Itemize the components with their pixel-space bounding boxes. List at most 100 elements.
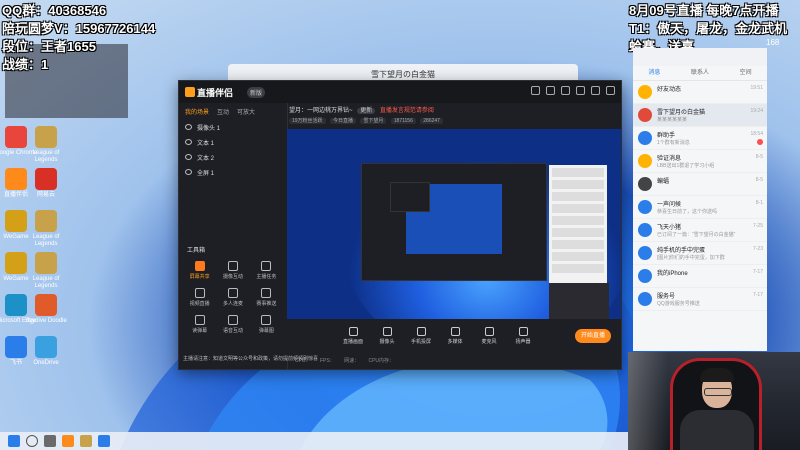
tool-multi[interactable]: 多人连麦 <box>216 288 249 307</box>
avatar <box>638 269 652 283</box>
control-label: 扬声器 <box>515 339 531 345</box>
qq-conversation-item[interactable]: 服务号 QQ游戏服务号推送 7-17 <box>633 288 767 311</box>
desktop-icon[interactable]: League of Legends <box>24 126 68 164</box>
control-label: 手机投屏 <box>410 339 431 345</box>
maximize-icon[interactable] <box>591 86 600 95</box>
live-preview[interactable] <box>287 129 621 319</box>
control-phone[interactable]: 手机投屏 <box>409 327 433 345</box>
control-mic[interactable]: 麦克风 <box>477 327 501 345</box>
control-screen[interactable]: 直播画面 <box>341 327 365 345</box>
version-badge[interactable]: 新版 <box>247 87 266 98</box>
desktop-icon[interactable]: OneDrive <box>24 336 68 367</box>
menu-icon[interactable] <box>561 86 570 95</box>
video-icon <box>194 288 205 298</box>
room-title[interactable]: 望月：一网边桃万界钻~ <box>289 108 353 114</box>
tool-video[interactable]: 视频直播 <box>183 288 216 307</box>
preview-chat-row <box>552 204 604 213</box>
tab-space[interactable]: 空间 <box>740 66 752 80</box>
desktop-icon[interactable]: 网易云 <box>24 168 68 199</box>
microphone-icon <box>484 327 494 336</box>
room-alert[interactable]: 直播发言规范请参阅 <box>380 108 434 114</box>
qq-conversation-item[interactable]: 好友动态 19:51 <box>633 81 767 104</box>
tool-event[interactable]: 赛事推送 <box>250 288 283 307</box>
qq-conversation-item[interactable]: 群助手 1个群有新消息 18:54 <box>633 127 767 150</box>
conversation-time: 8-5 <box>755 177 763 183</box>
control-camera[interactable]: 摄像头 <box>375 327 399 345</box>
tool-camera[interactable]: 摄像互动 <box>216 261 249 280</box>
preview-chat-list <box>549 165 607 283</box>
tab-enlarge[interactable]: 可放大 <box>237 107 255 116</box>
preview-chat-row <box>552 192 604 201</box>
event-icon <box>261 288 272 298</box>
conversation-preview: 某某某某某某 <box>657 117 688 123</box>
phone-cast-icon <box>416 327 426 336</box>
avatar <box>638 154 652 168</box>
room-title-bar: 望月：一网边桃万界钻~ 更新 直播发言规范请参阅 <box>289 105 434 114</box>
camera-icon <box>382 327 392 336</box>
app-icon <box>35 168 57 190</box>
app-icon <box>35 126 57 148</box>
tab-scenes[interactable]: 我的场景 <box>185 107 209 116</box>
close-icon[interactable] <box>606 86 615 95</box>
conversation-preview: 已订阅了一篇：“雪下望月の白金猫” <box>657 232 736 238</box>
notice-bar: 主播请注意：知道文明等公众号和政策，请勿提前频频刷惊喜 <box>183 356 319 362</box>
tab-messages[interactable]: 消息 <box>648 66 660 80</box>
nested-preview-panel <box>390 182 430 212</box>
tool-danmaku-image[interactable]: 弹幕图 <box>250 315 283 334</box>
tool-danmaku[interactable]: 读弹幕 <box>183 315 216 334</box>
search-icon[interactable] <box>26 435 38 447</box>
conversation-time: 7-17 <box>752 269 763 275</box>
conversation-preview: 恭喜生日前了，这个你送吗 <box>657 209 718 215</box>
desktop-icon-label: Skydive Doodle <box>25 318 67 324</box>
desktop-icon[interactable]: League of Legends <box>24 210 68 248</box>
preview-chat-row <box>552 252 604 261</box>
live-assistant-taskbar-icon[interactable] <box>62 435 74 447</box>
tab-contacts[interactable]: 联系人 <box>691 66 709 80</box>
qq-conversation-item[interactable]: 飞天小猪 已订阅了一篇：“雪下望月の白金猫” 7-25 <box>633 219 767 242</box>
scene-item[interactable]: 文本 2 <box>179 150 287 165</box>
qq-taskbar-icon[interactable] <box>98 435 110 447</box>
app-icon <box>35 210 57 232</box>
skin-icon[interactable] <box>531 86 540 95</box>
toolbox-grid: 屏幕共享 摄像互动 主播任务 视频直播 多人连麦 赛事推送 读弹幕 语音互动 弹… <box>183 261 283 334</box>
status-mem: CPU内存： <box>368 358 395 364</box>
settings-icon[interactable] <box>546 86 555 95</box>
overlay-t1: T1：傲天，屠龙，金龙武机 <box>629 21 788 36</box>
league-taskbar-icon[interactable] <box>80 435 92 447</box>
preview-chat-row <box>552 264 604 273</box>
qq-conversation-item[interactable]: 纯手机的手中完蛋 [图片]你们的手中完蛋，加下群 7-23 <box>633 242 767 265</box>
screen-icon <box>348 327 358 336</box>
scene-item[interactable]: 摄像头 1 <box>179 120 287 135</box>
qq-conversation-item[interactable]: 一声问候 恭喜生日前了，这个你送吗 8-1 <box>633 196 767 219</box>
qq-conversation-list: 好友动态 19:51 雪下望月の白金猫 某某某某某某 19:24 群助手 1个群有新消息 18… <box>633 81 767 311</box>
desktop-icon[interactable]: Skydive Doodle <box>24 294 68 325</box>
start-icon[interactable] <box>8 435 20 447</box>
desktop-icon[interactable]: League of Legends <box>24 252 68 290</box>
control-media[interactable]: 多媒体 <box>443 327 467 345</box>
tool-label: 屏幕共享 <box>189 274 210 280</box>
room-tag[interactable]: 更新 <box>357 108 376 114</box>
conversation-name: 验证消息 <box>657 156 682 162</box>
streamer-body <box>680 410 754 450</box>
qq-conversation-item[interactable]: 雪下望月の白金猫 某某某某某某 19:24 <box>633 104 767 127</box>
desktop-icon-label: 网易云 <box>36 192 55 198</box>
tool-screen-share[interactable]: 屏幕共享 <box>183 261 216 280</box>
tab-interact[interactable]: 互动 <box>217 107 229 116</box>
qq-conversation-item[interactable]: 我的iPhone 7-17 <box>633 265 767 288</box>
task-view-icon[interactable] <box>44 435 56 447</box>
tool-voice[interactable]: 语音互动 <box>216 315 249 334</box>
viewer-count: 168 <box>766 38 780 47</box>
control-label: 多媒体 <box>447 339 463 345</box>
unread-badge <box>757 139 763 145</box>
conversation-name: 雪下望月の白金猫 <box>657 110 706 116</box>
qq-conversation-item[interactable]: 蝙蝠 8-5 <box>633 173 767 196</box>
scene-item[interactable]: 文本 1 <box>179 135 287 150</box>
conversation-preview: [图片]你们的手中完蛋，加下群 <box>657 255 725 261</box>
minimize-icon[interactable] <box>576 86 585 95</box>
scene-item[interactable]: 全屏 1 <box>179 165 287 180</box>
start-live-button[interactable]: 开始直播 <box>575 329 611 343</box>
control-buttons: 直播画面 摄像头 手机投屏 多媒体 麦克风 扬声器 <box>341 327 535 345</box>
tool-tasks[interactable]: 主播任务 <box>250 261 283 280</box>
qq-conversation-item[interactable]: 验证消息 LBB送出1群退了学习小组 8-5 <box>633 150 767 173</box>
control-speaker[interactable]: 扬声器 <box>511 327 535 345</box>
